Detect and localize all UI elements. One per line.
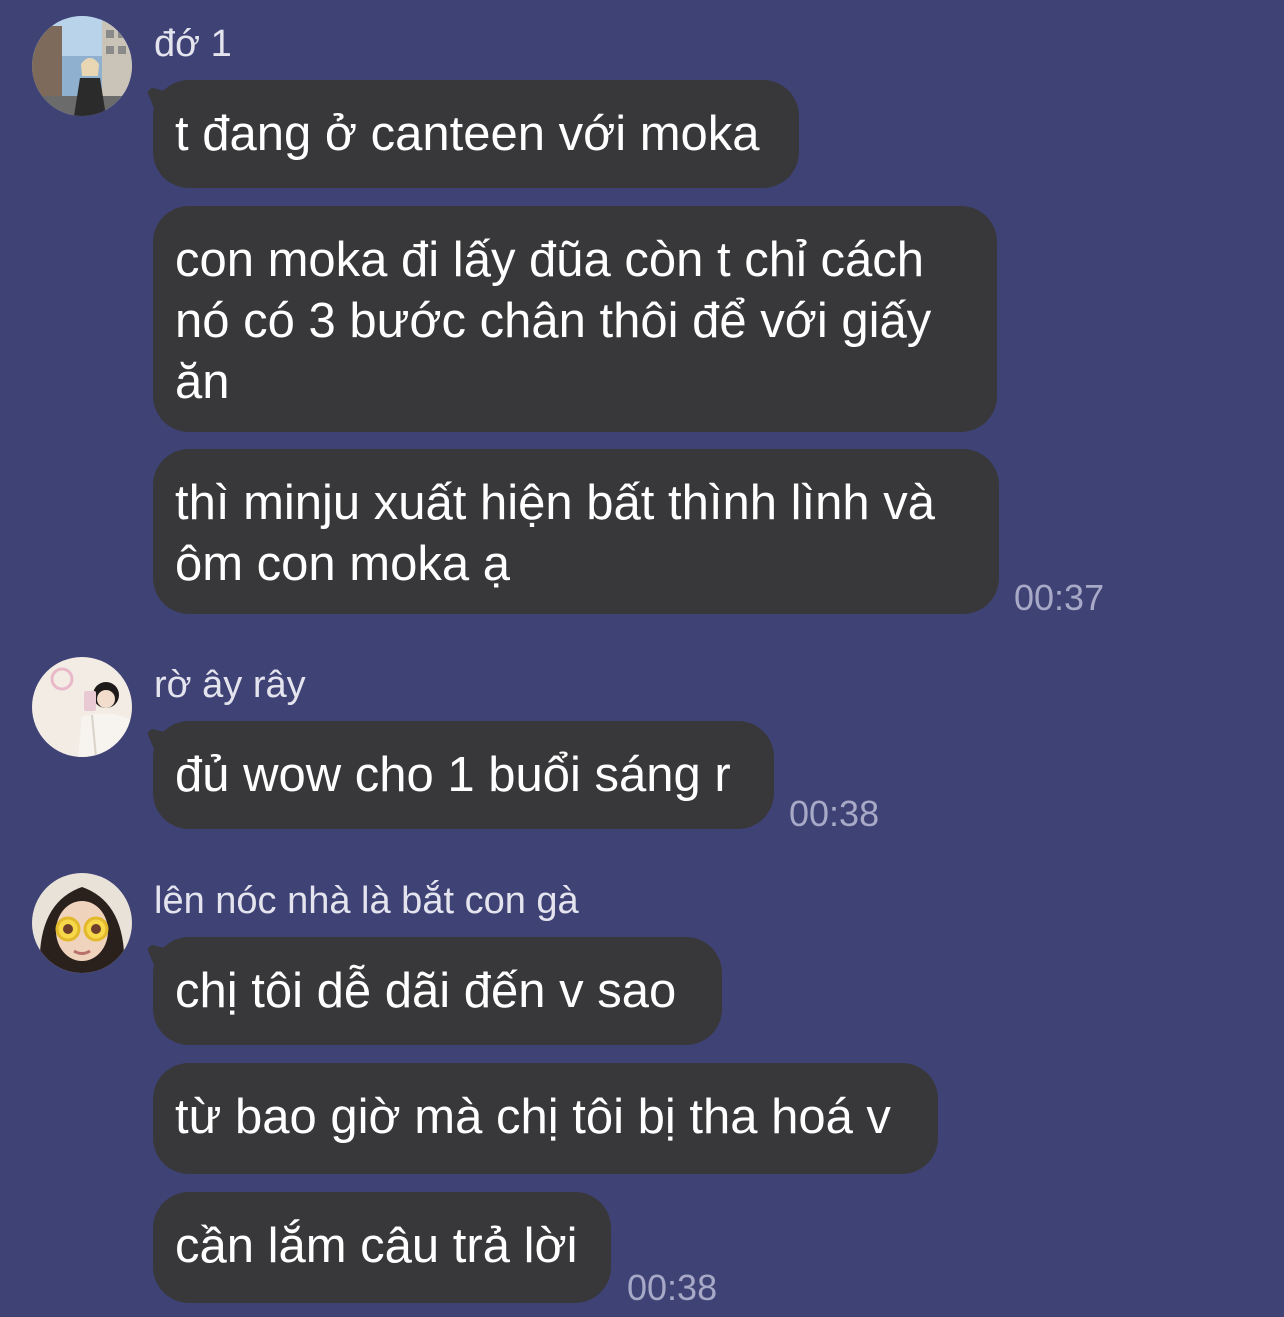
- chat-thread[interactable]: đớ 1 t đang ở canteen với moka con moka …: [0, 0, 1284, 1317]
- message-bubble[interactable]: từ bao giờ mà chị tôi bị tha hoá v: [153, 1063, 938, 1174]
- message-bubble[interactable]: chị tôi dễ dãi đến v sao: [153, 937, 722, 1045]
- message-timestamp: 00:37: [1014, 577, 1105, 618]
- avatar-mirror-selfie-image: [32, 657, 132, 757]
- avatar[interactable]: [32, 873, 132, 973]
- avatar-street-girl-image: [32, 16, 132, 116]
- sender-name: lên nóc nhà là bắt con gà: [154, 880, 579, 922]
- message-timestamp: 00:38: [627, 1267, 718, 1308]
- message-timestamp: 00:38: [789, 793, 880, 834]
- sender-name: đớ 1: [154, 23, 232, 65]
- avatar[interactable]: [32, 657, 132, 757]
- message-bubble[interactable]: con moka đi lấy đũa còn t chỉ cách nó có…: [153, 206, 997, 432]
- message-bubble[interactable]: đủ wow cho 1 buổi sáng r: [153, 721, 774, 829]
- sender-name: rờ ây rây: [154, 664, 306, 706]
- message-bubble[interactable]: thì minju xuất hiện bất thình lình và ôm…: [153, 449, 999, 614]
- message-bubble[interactable]: t đang ở canteen với moka: [153, 80, 799, 188]
- message-bubble[interactable]: cần lắm câu trả lời: [153, 1192, 611, 1303]
- avatar[interactable]: [32, 16, 132, 116]
- avatar-kid-glasses-image: [32, 873, 132, 973]
